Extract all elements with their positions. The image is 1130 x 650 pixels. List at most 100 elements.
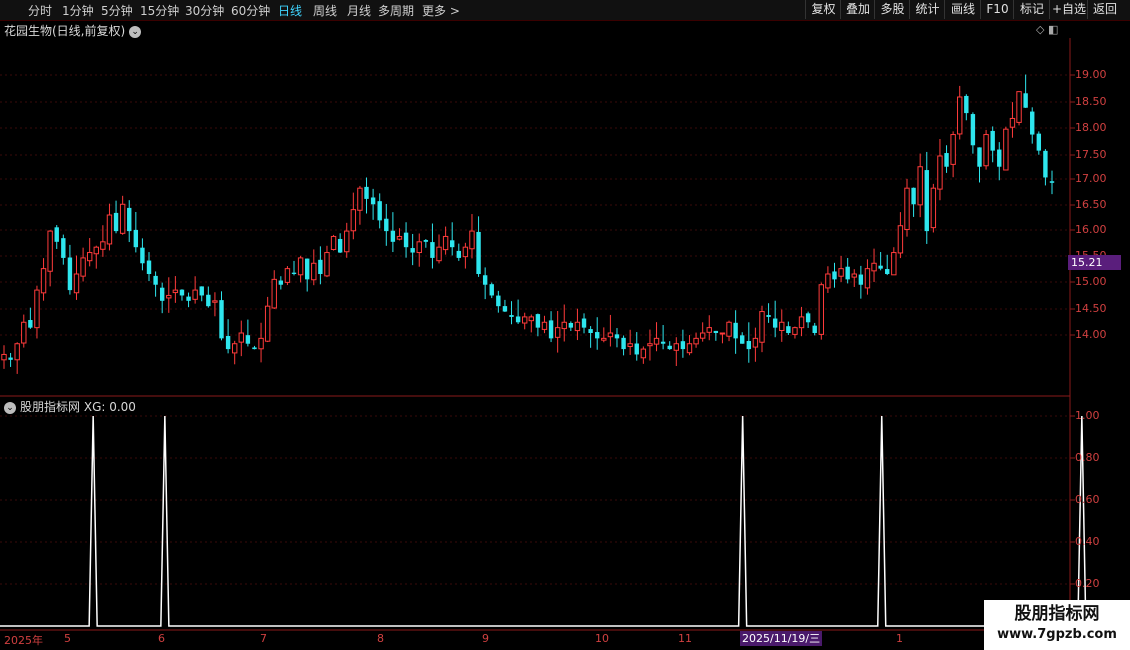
- candle-body-down: [660, 341, 666, 344]
- candle-body-up: [693, 337, 699, 345]
- candle-body-down: [502, 306, 508, 312]
- candle-body-down: [713, 330, 719, 333]
- candle-body-down: [206, 294, 211, 307]
- candle-body-down: [159, 287, 165, 301]
- candle-body-up: [601, 337, 607, 341]
- candle-body-up: [47, 230, 53, 272]
- indicator-tick-label: 0.80: [1075, 451, 1100, 464]
- candle-body-down: [733, 322, 738, 339]
- indicator-title: ⌄ 股朋指标网 XG: 0.00: [4, 398, 136, 415]
- chevron-down-icon[interactable]: ⌄: [4, 402, 16, 414]
- current-price-tag: 15.21: [1068, 255, 1121, 270]
- candle-body-down: [858, 274, 864, 285]
- candle-body-up: [957, 96, 963, 135]
- price-tick-label: 14.00: [1075, 328, 1107, 341]
- candle-body-up: [983, 134, 989, 167]
- candle-body-down: [278, 280, 284, 285]
- candle-body-down: [61, 238, 66, 258]
- candle-body-up: [1, 353, 7, 361]
- candle-body-down: [456, 250, 461, 258]
- candle-body-down: [225, 336, 231, 350]
- candle-body-up: [462, 246, 469, 258]
- candle-body-down: [786, 326, 791, 333]
- candle-body-up: [759, 311, 765, 343]
- candle-body-up: [647, 343, 653, 347]
- price-tick-label: 17.00: [1075, 172, 1107, 185]
- candle-body-up: [930, 187, 937, 229]
- candle-body-down: [489, 284, 494, 296]
- candle-body-up: [699, 332, 706, 339]
- candle-body-down: [1043, 150, 1048, 178]
- candle-body-down: [766, 315, 771, 317]
- candle-body-down: [509, 315, 514, 317]
- month-tick-label: 8: [377, 632, 384, 645]
- price-tick-label: 16.50: [1075, 198, 1107, 211]
- candle-body-up: [607, 332, 614, 338]
- candle-body-up: [258, 337, 264, 350]
- month-tick-label: 1: [896, 632, 903, 645]
- candle-body-down: [964, 95, 969, 114]
- indicator-tick-label: 0.20: [1075, 577, 1100, 590]
- price-tick-label: 18.50: [1075, 95, 1107, 108]
- candle-body-down: [423, 240, 429, 242]
- candle-body-down: [812, 325, 817, 333]
- candle-body-up: [574, 321, 581, 332]
- candle-body-down: [680, 341, 686, 350]
- candle-body-down: [364, 186, 369, 199]
- candle-body-up: [119, 203, 126, 234]
- candle-body-up: [93, 246, 99, 255]
- watermark: 股朋指标网 www.7gpzb.com: [984, 600, 1130, 650]
- month-tick-label: 7: [260, 632, 267, 645]
- candle-body-up: [528, 316, 534, 322]
- price-tick-label: 18.00: [1075, 121, 1107, 134]
- candle-body-up: [21, 321, 27, 344]
- price-tick-label: 16.00: [1075, 223, 1107, 236]
- indicator-tick-label: 1.00: [1075, 409, 1100, 422]
- candle-body-up: [86, 252, 93, 262]
- candle-body-up: [897, 225, 904, 254]
- candle-body-up: [779, 321, 785, 332]
- candle-body-up: [80, 257, 86, 277]
- candle-body-up: [271, 278, 277, 309]
- candle-body-up: [284, 268, 291, 283]
- candle-body-down: [885, 269, 890, 274]
- candle-body-down: [140, 247, 145, 264]
- candle-body-down: [1036, 133, 1042, 151]
- candle-body-up: [357, 187, 363, 211]
- price-tick-label: 19.00: [1075, 68, 1107, 81]
- indicator-tick-label: 0.40: [1075, 535, 1100, 548]
- candle-body-down: [291, 272, 297, 274]
- candle-body-down: [67, 257, 73, 291]
- candle-body-down: [390, 230, 396, 242]
- candle-body-down: [1049, 181, 1055, 183]
- candle-body-up: [673, 343, 680, 351]
- candle-body-up: [73, 273, 80, 294]
- candle-body-down: [153, 275, 158, 285]
- candlestick-chart[interactable]: [0, 0, 1130, 650]
- candle-body-up: [627, 343, 633, 347]
- candle-body-up: [231, 343, 238, 354]
- candle-body-up: [522, 316, 528, 324]
- candle-body-up: [330, 235, 337, 250]
- year-label: 2025年: [4, 634, 43, 647]
- candle-body-up: [792, 327, 798, 335]
- candle-body-up: [324, 252, 330, 277]
- candle-body-down: [535, 314, 541, 328]
- candle-body-up: [100, 241, 106, 250]
- candle-body-down: [430, 242, 435, 258]
- month-tick-label: 5: [64, 632, 71, 645]
- indicator-name: 股朋指标网: [20, 400, 81, 414]
- candle-body-up: [653, 337, 660, 345]
- candle-body-up: [554, 327, 561, 338]
- candle-body-up: [937, 155, 943, 190]
- candle-body-down: [245, 335, 251, 344]
- candle-body-down: [878, 265, 883, 269]
- candle-body-up: [1003, 128, 1009, 171]
- candle-body-down: [113, 212, 119, 232]
- candle-body-up: [416, 241, 422, 254]
- indicator-tick-label: 0.60: [1075, 493, 1100, 506]
- indicator-formula: XG: 0.00: [83, 400, 136, 414]
- candle-body-down: [377, 201, 382, 221]
- candle-body-down: [8, 357, 13, 360]
- candle-body-up: [871, 262, 877, 272]
